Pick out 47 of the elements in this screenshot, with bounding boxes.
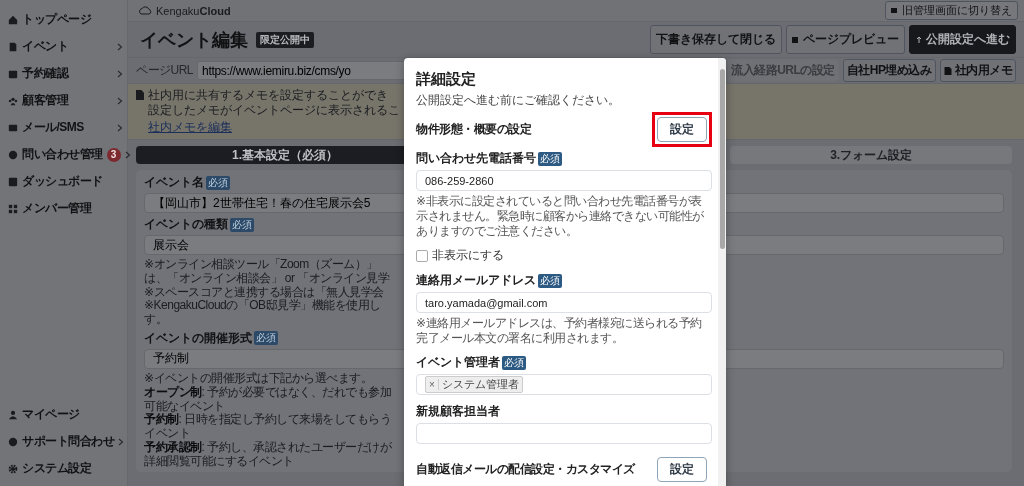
required-badge: 必須: [206, 175, 230, 190]
help-text: は、「オンライン相談会」 or 「オンライン見学: [144, 271, 390, 286]
required-badge: 必須: [230, 217, 254, 232]
sidebar-label: イベント: [22, 38, 69, 55]
page-title: イベント編集: [140, 28, 248, 52]
memo-text: 設定したメモがイベントページに表示されるこ: [148, 103, 400, 118]
help-text: ※スペースコアと連携する場合は「無人見学会: [144, 285, 384, 299]
help-text: ※オンライン相談ツール「Zoom（ズーム）」: [144, 258, 378, 272]
tag-label: システム管理者: [441, 377, 519, 392]
setting-label: 自動返信メールの配信設定・カスタマイズ: [416, 461, 637, 478]
dialog-subtitle: 公開設定へ進む前にご確認ください。: [416, 92, 621, 109]
field-label: 新規顧客担当者: [416, 403, 500, 420]
field-label: 問い合わせ先電話番号: [416, 150, 536, 167]
field-label: イベント管理者: [416, 354, 500, 371]
sidebar-label: サポート問合わせ: [22, 433, 114, 450]
field-label: イベント名: [144, 174, 204, 191]
sidebar-label: トップページ: [22, 11, 92, 28]
count-badge: 3: [106, 147, 121, 162]
field-label: イベントの開催形式: [144, 330, 252, 347]
logo: KengakuCloud: [156, 4, 231, 17]
sidebar-label: 顧客管理: [22, 92, 70, 109]
required-badge: 必須: [254, 331, 278, 346]
status-badge: 限定公開中: [256, 31, 314, 48]
sidebar-label: 予約確認: [22, 65, 70, 82]
sidebar-label: システム設定: [22, 460, 93, 477]
sidebar-label: メンバー管理: [22, 200, 93, 217]
sidebar-label: マイページ: [22, 406, 81, 423]
required-badge: 必須: [538, 151, 562, 166]
sidebar-label: 問い合わせ管理: [22, 146, 103, 163]
help-text: 予約承認制: 予約し、承認されたユーザーだけが詳細閲覧可能にするイベント: [144, 440, 393, 469]
checkbox-label: 非表示にする: [432, 247, 504, 264]
help-text: ※イベントの開催形式は下記から選べます。: [144, 372, 373, 385]
required-badge: 必須: [502, 355, 526, 370]
help-text: 予約制: 日時を指定し予約して来場をしてもらうイベント: [144, 413, 393, 441]
required-badge: 必須: [538, 273, 562, 288]
url-label: ページURL: [136, 62, 193, 79]
help-text: す。: [144, 313, 167, 327]
sidebar-label: ダッシュボード: [22, 173, 104, 190]
field-note: ※連絡用メールアドレスは、予約者様宛に送られる予約完了メール本文の署名に利用されます。: [416, 316, 703, 346]
sidebar-label: メール/SMS: [22, 119, 85, 136]
setting-label: 物件形態・概要の設定: [416, 121, 533, 138]
field-label: イベントの種類: [144, 216, 228, 233]
help-text: ※KengakuCloudの「OB邸見学」機能を使用し: [144, 299, 381, 314]
memo-text: 社内用に共有するメモを設定することができ: [148, 88, 388, 103]
dialog-title: 詳細設定: [416, 70, 477, 89]
field-label: 連絡用メールアドレス: [416, 272, 536, 289]
help-text: オープン制: 予約が必要ではなく、だれでも参加可能なイベント: [144, 385, 393, 413]
